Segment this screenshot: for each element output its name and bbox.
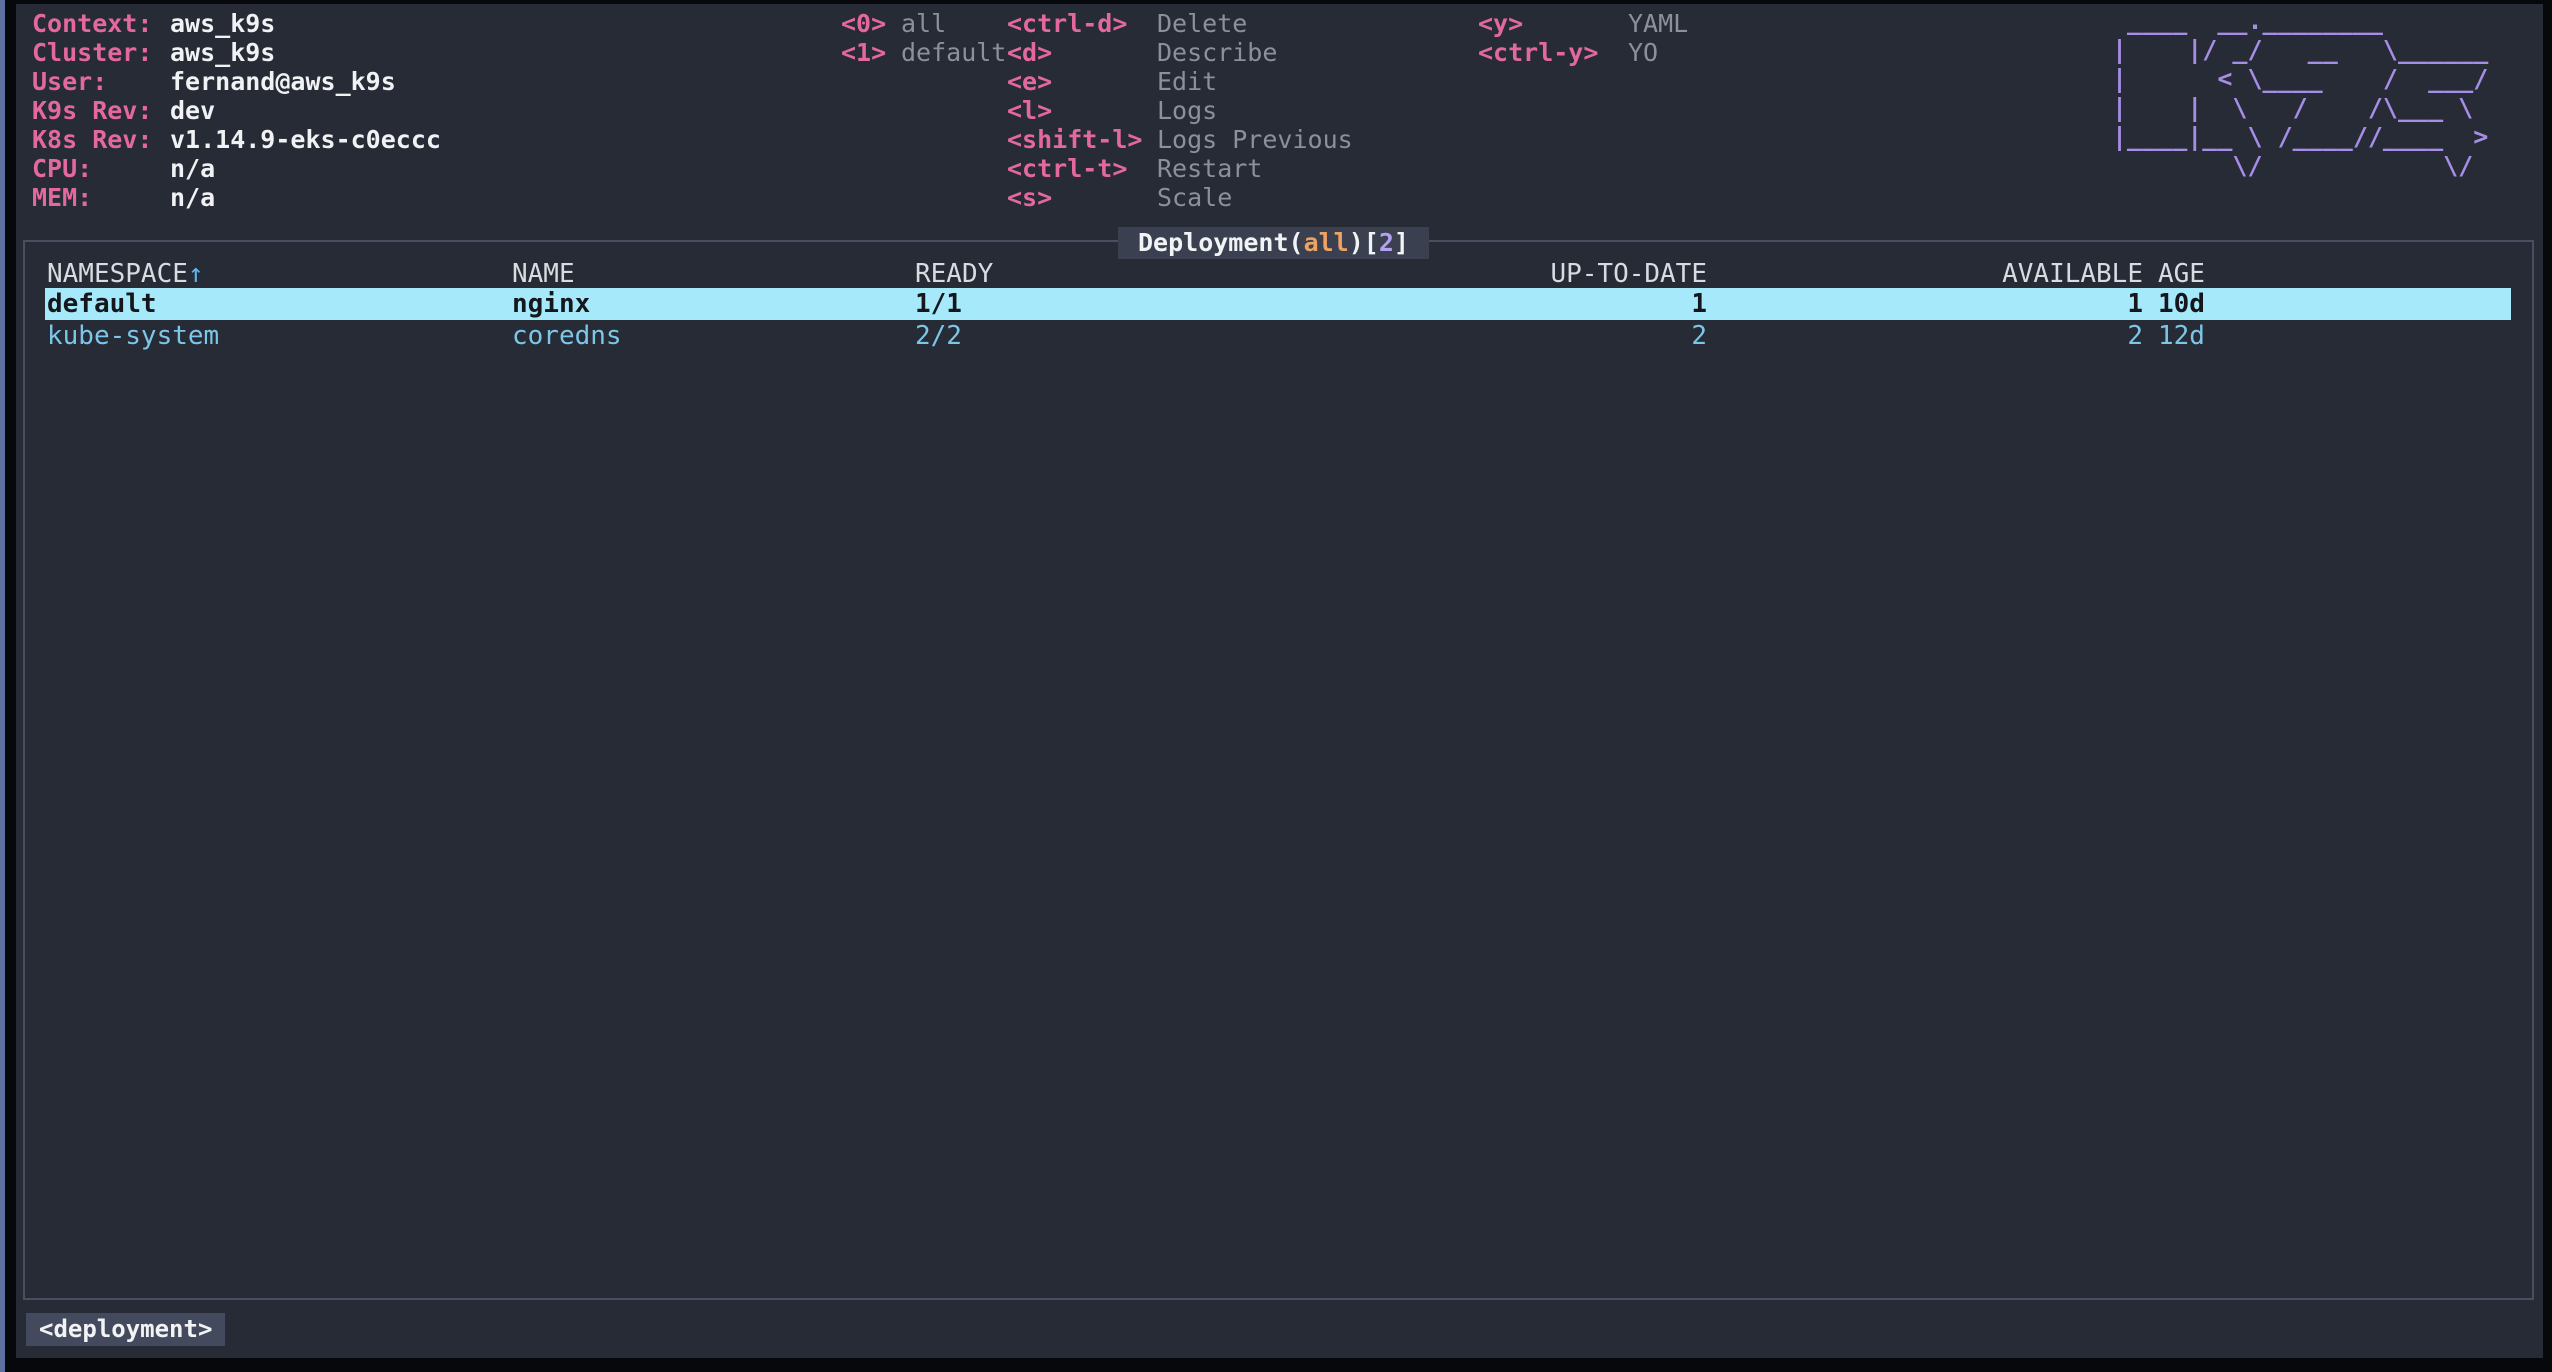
k9s-rev-value: dev (170, 96, 215, 125)
hotkey-label: Logs (1157, 96, 1217, 125)
info-label: CPU: (32, 154, 92, 183)
info-row-mem: MEM: (32, 183, 92, 212)
cell-up-to-date: 2 (1407, 320, 1707, 352)
hotkey-default: <1> (841, 38, 886, 67)
cell-up-to-date: 1 (1407, 288, 1707, 320)
cell-available: 1 (1843, 288, 2143, 320)
cell-ready: 2/2 (915, 320, 962, 352)
hotkey-key: <l> (1007, 96, 1052, 125)
info-row-user: User: (32, 67, 107, 96)
hotkey-key: <ctrl-t> (1007, 154, 1127, 183)
sort-ascending-icon: ↑ (188, 259, 204, 289)
info-label: User: (32, 67, 107, 96)
hotkey-label: Delete (1157, 9, 1247, 38)
info-label: K9s Rev: (32, 96, 152, 125)
cell-ready: 1/1 (915, 288, 962, 320)
cluster-value: aws_k9s (170, 38, 275, 67)
hotkey-key: <shift-l> (1007, 125, 1142, 154)
column-header-ready[interactable]: READY (915, 261, 993, 288)
info-label: Cluster: (32, 38, 152, 67)
user-value: fernand@aws_k9s (170, 67, 396, 96)
cell-name: coredns (512, 320, 622, 352)
cell-age: 12d (2158, 320, 2205, 352)
breadcrumb-deployment[interactable]: <deployment> (26, 1313, 225, 1346)
hotkey-label: Edit (1157, 67, 1217, 96)
info-label: MEM: (32, 183, 92, 212)
column-header-available[interactable]: AVAILABLE (1843, 261, 2143, 288)
hotkey-yaml: <y> (1478, 9, 1523, 38)
hotkey-logs-previous: <shift-l> (1007, 125, 1142, 154)
hotkey-edit: <e> (1007, 67, 1052, 96)
hotkey-restart: <ctrl-t> (1007, 154, 1127, 183)
hotkey-label: YAML (1628, 9, 1688, 38)
cell-name: nginx (512, 288, 590, 320)
hotkey-key: <ctrl-d> (1007, 9, 1127, 38)
hotkey-key: <1> (841, 38, 886, 67)
hotkey-delete: <ctrl-d> (1007, 9, 1127, 38)
cell-age: 10d (2158, 288, 2205, 320)
context-value: aws_k9s (170, 9, 275, 38)
table-header-row: NAMESPACE↑ NAME READY UP-TO-DATE AVAILAB… (0, 261, 2552, 288)
info-row-k8s-rev: K8s Rev: (32, 125, 152, 154)
hotkey-key: <y> (1478, 9, 1523, 38)
hotkey-key: <ctrl-y> (1478, 38, 1598, 67)
hotkey-key: <0> (841, 9, 886, 38)
table-frame (23, 240, 2534, 1300)
info-row-k9s-rev: K9s Rev: (32, 96, 152, 125)
column-header-namespace[interactable]: NAMESPACE↑ (47, 261, 204, 288)
hotkey-label: all (901, 9, 946, 38)
hotkey-label: YO (1628, 38, 1658, 67)
hotkey-key: <d> (1007, 38, 1052, 67)
hotkey-key: <e> (1007, 67, 1052, 96)
hotkey-scale: <s> (1007, 183, 1052, 212)
view-title-badge: Deployment(all)[2] (1118, 227, 1429, 259)
info-label: K8s Rev: (32, 125, 152, 154)
table-row-nginx[interactable]: default nginx 1/1 1 1 10d (0, 288, 2552, 320)
hotkey-label: Scale (1157, 183, 1232, 212)
view-title-count: 2 (1379, 228, 1394, 257)
hotkey-label: Restart (1157, 154, 1262, 183)
hotkey-label: Logs Previous (1157, 125, 1353, 154)
k8s-rev-value: v1.14.9-eks-c0eccc (170, 125, 441, 154)
hotkey-yo: <ctrl-y> (1478, 38, 1598, 67)
hotkey-describe: <d> (1007, 38, 1052, 67)
hotkey-key: <s> (1007, 183, 1052, 212)
cell-namespace: kube-system (47, 320, 219, 352)
info-row-cluster: Cluster: (32, 38, 152, 67)
hotkey-all: <0> (841, 9, 886, 38)
info-label: Context: (32, 9, 152, 38)
table-row-coredns[interactable]: kube-system coredns 2/2 2 2 12d (0, 320, 2552, 352)
k9s-logo: ____ __.________ | |/ _/ __ \______ | < … (2112, 6, 2488, 180)
hotkey-logs: <l> (1007, 96, 1052, 125)
view-title-scope: all (1304, 228, 1349, 257)
cpu-value: n/a (170, 154, 215, 183)
mem-value: n/a (170, 183, 215, 212)
cell-available: 2 (1843, 320, 2143, 352)
hotkey-label: default (901, 38, 1006, 67)
info-row-context: Context: (32, 9, 152, 38)
column-header-up-to-date[interactable]: UP-TO-DATE (1407, 261, 1707, 288)
column-header-age[interactable]: AGE (2158, 261, 2205, 288)
column-header-name[interactable]: NAME (512, 261, 575, 288)
window-edge-strip (0, 0, 5, 1372)
view-title-resource: Deployment( (1138, 228, 1304, 257)
info-row-cpu: CPU: (32, 154, 92, 183)
hotkey-label: Describe (1157, 38, 1277, 67)
cell-namespace: default (47, 288, 157, 320)
